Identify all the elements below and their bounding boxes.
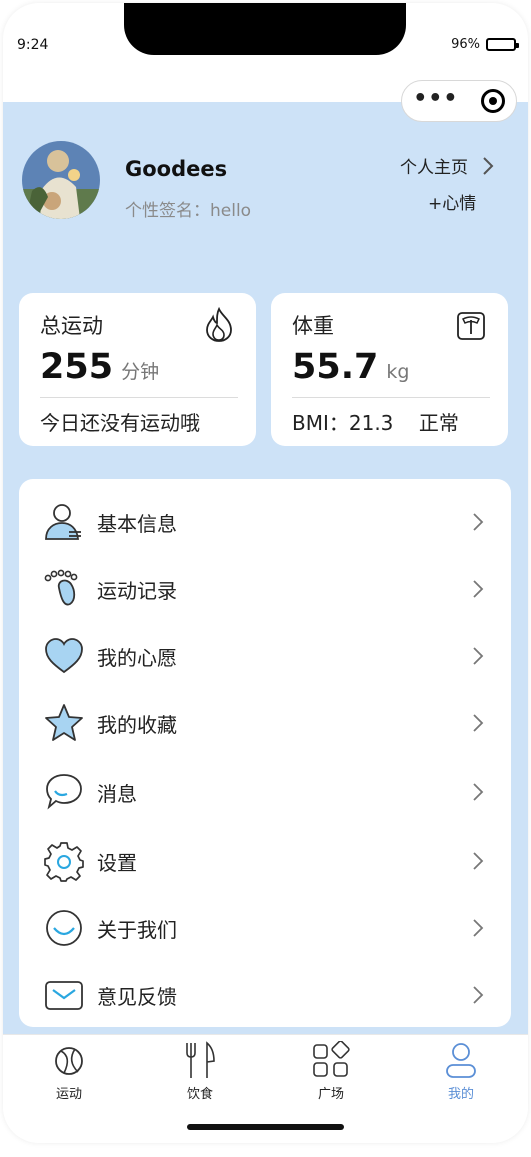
weight-title: 体重	[292, 314, 334, 338]
chevron-right-icon	[473, 783, 484, 801]
menu-item-about-us[interactable]: 关于我们	[19, 900, 511, 956]
chevron-right-icon	[473, 852, 484, 870]
menu-label: 我的收藏	[97, 712, 177, 737]
username: Goodees	[125, 157, 228, 181]
ball-icon	[55, 1047, 83, 1075]
menu-label: 消息	[97, 781, 137, 806]
menu-label: 运动记录	[97, 578, 177, 603]
homepage-link[interactable]: 个人主页	[400, 153, 494, 178]
menu-item-wish[interactable]: 我的心愿	[19, 628, 511, 684]
chevron-right-icon	[473, 919, 484, 937]
status-time: 9:24	[17, 37, 49, 53]
tab-diet[interactable]: 饮食	[160, 1041, 240, 1103]
user-info-icon	[45, 504, 81, 540]
close-target-icon[interactable]	[480, 89, 505, 113]
homepage-label: 个人主页	[400, 158, 468, 178]
menu-label: 我的心愿	[97, 645, 177, 670]
signature[interactable]: 个性签名：hello	[125, 196, 251, 221]
status-battery: 96%	[451, 37, 519, 52]
flame-icon	[206, 307, 232, 342]
divider	[40, 397, 238, 398]
mood-button[interactable]: +心情	[428, 189, 476, 214]
weight-value-row: 55.7 kg	[292, 347, 409, 387]
chevron-right-icon	[483, 156, 494, 175]
menu-item-favorites[interactable]: 我的收藏	[19, 695, 511, 751]
exercise-footer: 今日还没有运动哦	[40, 411, 200, 435]
chat-bubble-icon	[46, 774, 82, 810]
tab-mine[interactable]: 我的	[421, 1041, 501, 1103]
exercise-card[interactable]: 总运动 255 分钟 今日还没有运动哦	[19, 293, 256, 446]
exercise-value: 255	[40, 347, 114, 387]
star-icon	[45, 704, 83, 741]
tab-square[interactable]: 广场	[291, 1041, 371, 1103]
menu-label: 意见反馈	[97, 984, 177, 1009]
heart-icon	[45, 638, 83, 674]
exercise-title: 总运动	[40, 314, 103, 338]
tab-label: 运动	[55, 1087, 82, 1102]
menu-item-feedback[interactable]: 意见反馈	[19, 967, 511, 1023]
menu-item-messages[interactable]: 消息	[19, 764, 511, 820]
tab-label: 饮食	[186, 1087, 213, 1102]
footprint-icon	[44, 569, 78, 606]
scale-icon	[457, 312, 485, 340]
weight-value: 55.7	[292, 347, 379, 387]
home-indicator[interactable]	[187, 1124, 344, 1130]
gear-icon	[44, 842, 84, 882]
smile-icon	[46, 910, 82, 946]
avatar-image	[22, 141, 100, 219]
menu-item-settings[interactable]: 设置	[19, 833, 511, 889]
chevron-right-icon	[473, 647, 484, 665]
grid-icon	[313, 1041, 350, 1077]
notch	[124, 3, 406, 55]
weight-card[interactable]: 体重 55.7 kg BMI：21.3 正常	[271, 293, 508, 446]
exercise-unit: 分钟	[121, 361, 160, 383]
tab-label: 广场	[317, 1087, 344, 1102]
menu-label: 关于我们	[97, 917, 177, 942]
menu-label: 设置	[97, 850, 137, 875]
person-icon	[446, 1043, 476, 1078]
battery-percent: 96%	[451, 37, 480, 52]
avatar[interactable]	[22, 141, 100, 219]
menu-item-exercise-record[interactable]: 运动记录	[19, 561, 511, 617]
menu-list: 基本信息 运动记录 我的心愿 我的收藏 消息 设置 关于我们 意见反馈	[19, 479, 511, 1027]
divider	[292, 397, 490, 398]
chevron-right-icon	[473, 714, 484, 732]
tab-label: 我的	[447, 1087, 474, 1102]
battery-icon	[486, 38, 519, 51]
mini-program-capsule: •••	[401, 80, 517, 122]
chevron-right-icon	[473, 580, 484, 598]
bmi-text: BMI：21.3 正常	[292, 411, 459, 435]
mail-icon	[45, 981, 83, 1010]
phone-frame: 9:24 96% ••• Goodees 个性签名：hello 个人主页 +心情…	[3, 3, 528, 1143]
tab-exercise[interactable]: 运动	[29, 1041, 109, 1103]
more-icon[interactable]: •••	[413, 88, 458, 110]
exercise-value-row: 255 分钟	[40, 347, 159, 387]
chevron-right-icon	[473, 986, 484, 1004]
fork-knife-icon	[186, 1041, 215, 1078]
chevron-right-icon	[473, 513, 484, 531]
weight-unit: kg	[386, 361, 410, 383]
menu-item-basic-info[interactable]: 基本信息	[19, 494, 511, 550]
menu-label: 基本信息	[97, 511, 177, 536]
